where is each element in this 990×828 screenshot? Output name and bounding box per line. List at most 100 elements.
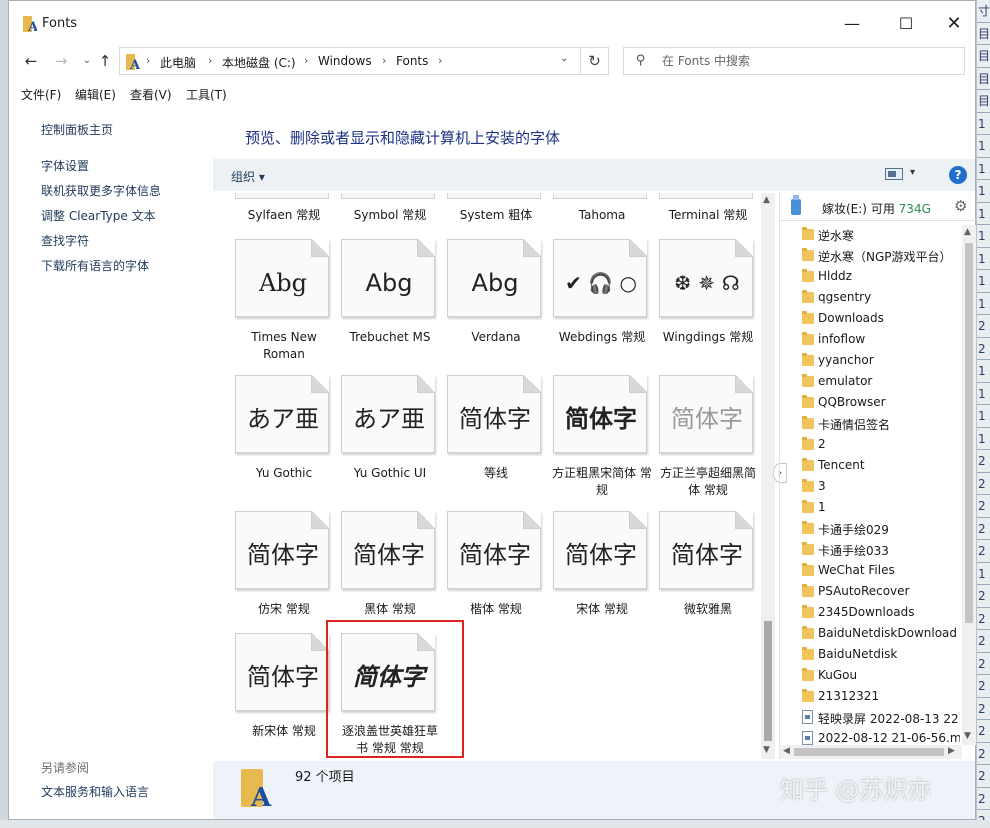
list-item-label: emulator [818,374,873,388]
search-input[interactable] [662,52,952,70]
folder-list-item[interactable]: Downloads [780,309,962,330]
maximize-button[interactable]: ☐ [883,9,929,39]
close-button[interactable]: ✕ [931,9,977,39]
menu-tools[interactable]: 工具(T) [186,86,227,103]
control-panel-home-link[interactable]: 控制面板主页 [41,121,113,138]
scroll-up-arrow-icon[interactable]: ▲ [763,195,770,205]
scrollbar-thumb[interactable] [794,748,944,756]
folder-list-item[interactable]: yyanchor [780,351,962,372]
folder-icon [802,395,814,408]
font-name: Yu Gothic [255,466,313,480]
view-options-chevron-icon[interactable]: ▾ [910,167,915,178]
font-preview-icon: Abg [444,239,543,323]
desktop-strip-glyph: 2 [977,315,990,338]
menu-file[interactable]: 文件(F) [21,86,61,103]
gear-icon[interactable]: ⚙ [954,197,967,215]
folder-list[interactable]: 逆水寒 逆水寒（NGP游戏平台） Hlddz qgsentry Downloads inf… [780,225,962,745]
folder-list-item[interactable]: 逆水寒 [780,225,962,246]
font-name-system[interactable]: System 粗体 [443,207,549,224]
font-preview-icon: ✔ 🎧 ○ [550,239,649,323]
breadcrumb-separator[interactable]: › [304,54,308,67]
font-name: 新宋体 常规 [252,724,316,738]
file-list-item[interactable]: 轻映录屏 2022-08-13 22... [780,708,962,729]
folder-list-item[interactable]: 1 [780,498,962,519]
scroll-down-arrow-icon[interactable]: ▼ [964,731,971,741]
title-bar[interactable]: A Fonts — ☐ ✕ [9,1,975,45]
folder-list-item[interactable]: KuGou [780,666,962,687]
folder-list-item[interactable]: 卡通情侣签名 [780,414,962,435]
find-character-link[interactable]: 查找字符 [41,232,89,249]
list-item-label: Tencent [818,458,865,472]
breadcrumb-separator[interactable]: › [438,54,442,67]
folder-list-item[interactable]: 3 [780,477,962,498]
desktop-strip-glyph: 目 [977,23,990,45]
folder-list-item[interactable]: QQBrowser [780,393,962,414]
scroll-down-arrow-icon[interactable]: ▼ [763,745,770,755]
font-name-sylfaen[interactable]: Sylfaen 常规 [231,207,337,224]
folder-list-item[interactable]: 逆水寒（NGP游戏平台） [780,246,962,267]
folder-list-item[interactable]: WeChat Files [780,561,962,582]
usb-drive-icon [791,195,801,215]
folder-list-item[interactable]: BaiduNetdiskDownload [780,624,962,645]
font-name: 方正粗黑宋简体 常规 [552,466,652,497]
font-preview-icon: ❆ ✵ ☊ [656,239,755,323]
font-name: 微软雅黑 [683,602,732,616]
refresh-icon[interactable]: ↻ [581,47,609,75]
minimize-button[interactable]: — [829,9,875,39]
get-font-info-online-link[interactable]: 联机获取更多字体信息 [41,182,161,199]
address-history-chevron-icon[interactable]: ⌄ [560,53,568,64]
font-name-terminal[interactable]: Terminal 常规 [655,207,761,224]
scrollbar-thumb[interactable] [764,621,772,741]
breadcrumb-local-disk[interactable]: 本地磁盘 (C:) [222,54,296,71]
address-bar[interactable]: A › 此电脑 › 本地磁盘 (C:) › Windows › Fonts › … [119,47,581,75]
folder-list-item[interactable]: 2 [780,435,962,456]
up-arrow-icon[interactable]: ↑ [95,51,115,71]
recent-locations-chevron-icon[interactable]: ⌄ [77,51,97,71]
menu-edit[interactable]: 编辑(E) [75,86,116,103]
back-arrow-icon[interactable]: ← [21,51,41,71]
folder-list-item[interactable]: Tencent [780,456,962,477]
folder-list-item[interactable]: emulator [780,372,962,393]
fonts-grid[interactable]: Sylfaen 常规 Symbol 常规 System 粗体 Tahoma Te… [213,193,761,759]
folder-list-item[interactable]: BaiduNetdisk [780,645,962,666]
folder-list-item[interactable]: 卡通手绘029 [780,519,962,540]
view-icon[interactable] [885,168,903,180]
folder-list-item[interactable]: qgsentry [780,288,962,309]
breadcrumb-separator[interactable]: › [208,54,212,67]
font-name-symbol[interactable]: Symbol 常规 [337,207,443,224]
scroll-right-arrow-icon[interactable]: ▶ [948,746,955,756]
folder-list-item[interactable]: Hlddz [780,267,962,288]
folder-list-scrollbar[interactable]: ▲ ▼ [962,225,976,745]
font-name-tahoma[interactable]: Tahoma [549,207,655,224]
scroll-left-arrow-icon[interactable]: ◀ [783,746,790,756]
breadcrumb-windows[interactable]: Windows [318,54,372,68]
folder-list-horizontal-scrollbar[interactable]: ◀ ▶ [780,745,962,759]
search-box[interactable]: ⚲ [623,47,965,75]
organize-button[interactable]: 组织 ▾ [231,168,265,185]
file-list-item[interactable]: 2022-08-12 21-06-56.m... [780,729,962,745]
download-all-fonts-link[interactable]: 下载所有语言的字体 [41,257,149,274]
fonts-window: A Fonts — ☐ ✕ ← → ⌄ ↑ A › 此电脑 › 本地磁盘 (C:… [8,0,976,820]
item-count: 92 个项目 [295,770,355,785]
font-settings-link[interactable]: 字体设置 [41,157,89,174]
scrollbar-thumb[interactable] [965,243,973,623]
menu-view[interactable]: 查看(V) [130,86,172,103]
drive-header[interactable]: 嫁妆(E:) 可用 734G ⚙ [780,193,976,221]
adjust-cleartype-link[interactable]: 调整 ClearType 文本 [41,207,156,224]
font-preview-icon: 简体字 [338,511,437,595]
help-icon[interactable]: ? [949,166,967,184]
font-tile-edge [553,193,647,199]
font-name: 等线 [483,466,508,480]
folder-list-item[interactable]: 2345Downloads [780,603,962,624]
breadcrumb-separator[interactable]: › [146,54,150,67]
text-services-link[interactable]: 文本服务和输入语言 [41,783,149,800]
breadcrumb-fonts[interactable]: Fonts [396,54,428,68]
folder-list-item[interactable]: PSAutoRecover [780,582,962,603]
breadcrumb-separator[interactable]: › [382,54,386,67]
breadcrumb-this-pc[interactable]: 此电脑 [160,54,196,71]
scroll-up-arrow-icon[interactable]: ▲ [964,227,971,237]
folder-list-item[interactable]: 21312321 [780,687,962,708]
forward-arrow-icon[interactable]: → [51,51,71,71]
folder-list-item[interactable]: infoflow [780,330,962,351]
folder-list-item[interactable]: 卡通手绘033 [780,540,962,561]
